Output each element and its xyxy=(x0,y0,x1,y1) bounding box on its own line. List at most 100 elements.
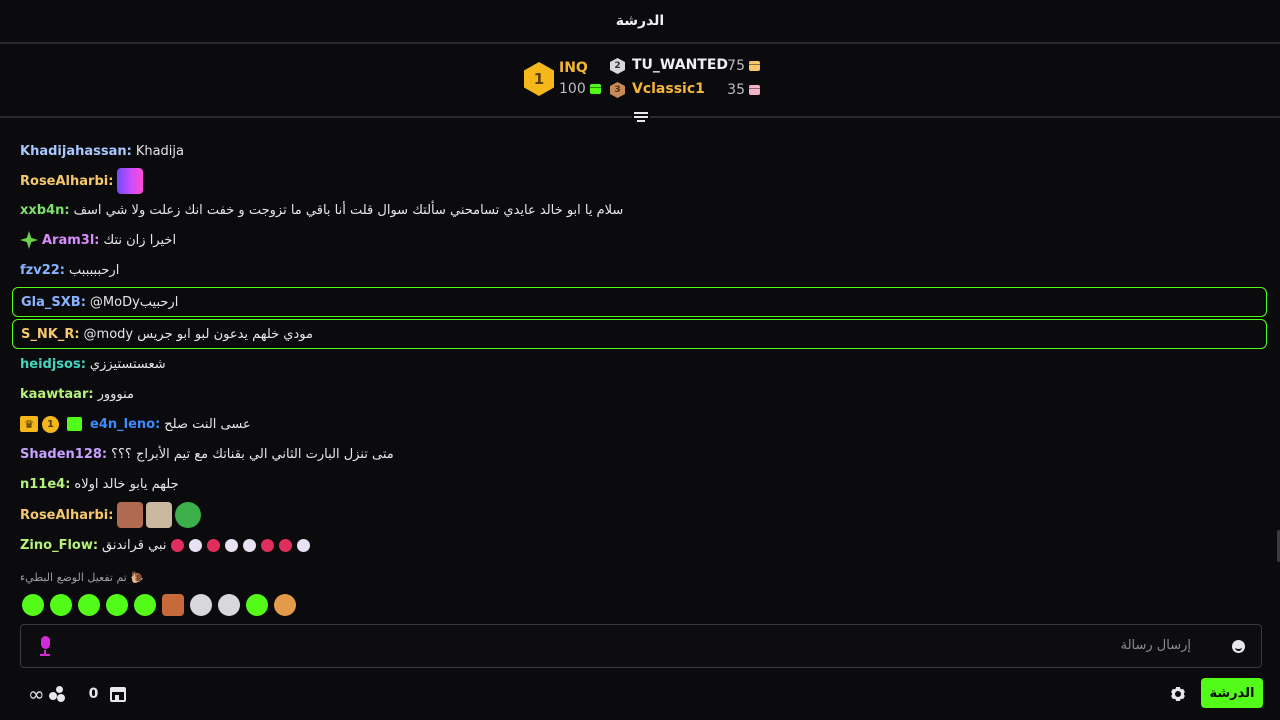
white-dot-emoji xyxy=(225,538,239,552)
footer-left-controls: ∞ 0 xyxy=(28,684,127,704)
pepe-love-emote[interactable] xyxy=(50,594,72,616)
message-username[interactable]: Khadijahassan: xyxy=(20,144,132,159)
message-username[interactable]: fzv22: xyxy=(20,263,65,278)
chat-message-mention[interactable]: Gla_SXB: @MoDyارحبيب xyxy=(12,287,1267,317)
gift-leaderboard: 1 INQ 100 2 TU_WANTED 75 3 Vclassic1 35 xyxy=(0,46,1280,118)
message-username[interactable]: Zino_Flow: xyxy=(20,538,98,553)
coin-badge-icon: 1 xyxy=(42,415,59,433)
chat-title: الدرشة xyxy=(615,13,665,29)
gift-icon xyxy=(749,61,760,71)
pepe-gaming-emote[interactable] xyxy=(274,594,296,616)
leaderboard-second-points: 75 xyxy=(727,58,760,74)
chat-header: الدرشة xyxy=(0,0,1280,44)
chat-message[interactable]: RoseAlharbi: xyxy=(20,167,146,195)
store-icon[interactable] xyxy=(110,686,127,702)
message-text: جلهم يابو خالد اولاه xyxy=(74,476,179,492)
message-text: سلام يا ابو خالد عايدي تسامحني سألتك سوا… xyxy=(73,202,624,218)
red-dot-emoji xyxy=(207,538,221,552)
pepe-headphones-emote[interactable] xyxy=(218,594,240,616)
gorilla-emote[interactable] xyxy=(162,594,184,616)
face2-emote xyxy=(146,502,173,528)
leaderboard-second-name: TU_WANTED xyxy=(632,57,729,73)
infinity-icon[interactable]: ∞ xyxy=(28,684,45,704)
message-username[interactable]: n11e4: xyxy=(20,477,70,492)
message-username[interactable]: e4n_leno: xyxy=(90,417,160,432)
pepe-smile-emote[interactable] xyxy=(22,594,44,616)
message-username[interactable]: xxb4n: xyxy=(20,203,70,218)
bubbles-icon[interactable] xyxy=(48,686,65,702)
message-text: @mody مودي خلهم يدعون لبو ابو جريس xyxy=(83,326,313,342)
slow-mode-notice: تم تفعيل الوضع البطيء 🐌 xyxy=(20,571,144,584)
message-text: منووور xyxy=(97,386,135,402)
sparkle-badge-icon xyxy=(20,231,38,249)
chat-send-button[interactable]: الدرشة xyxy=(1201,678,1263,708)
gift-icon xyxy=(749,85,760,95)
rank-1-medal-icon: 1 xyxy=(524,62,554,96)
chat-message[interactable]: xxb4n: سلام يا ابو خالد عايدي تسامحني سأ… xyxy=(20,199,623,221)
leaderboard-second[interactable]: 2 TU_WANTED 75 xyxy=(610,56,770,76)
leaderboard-third[interactable]: 3 Vclassic1 35 xyxy=(610,80,770,100)
message-text: متى تنزل البارت الثاني الي بقناتك مع تيم… xyxy=(111,446,394,462)
message-username[interactable]: RoseAlharbi: xyxy=(20,174,113,189)
pepe-emote xyxy=(175,502,202,528)
leaderboard-first-points-value: 100 xyxy=(559,81,586,97)
message-username[interactable]: Aram3l: xyxy=(42,233,100,248)
red-dot-emoji xyxy=(171,538,185,552)
rank-2-medal-icon: 2 xyxy=(610,58,625,74)
leaderboard-second-points-value: 75 xyxy=(727,58,745,74)
gift-icon xyxy=(589,84,601,94)
message-text: شعستستيززي xyxy=(89,356,166,372)
collapse-leaderboard-icon[interactable] xyxy=(632,110,650,126)
message-username[interactable]: heidjsos: xyxy=(20,357,86,372)
message-username[interactable]: kaawtaar: xyxy=(20,387,94,402)
rank-3-medal-icon: 3 xyxy=(610,82,625,98)
message-username[interactable]: Shaden128: xyxy=(20,447,107,462)
chat-message[interactable]: ♛ 1 e4n_leno: عسى النت صلح xyxy=(20,413,251,435)
chat-message[interactable]: heidjsos: شعستستيززي xyxy=(20,353,166,375)
gift-badge-icon xyxy=(67,417,82,431)
chat-message[interactable]: Shaden128: متى تنزل البارت الثاني الي بق… xyxy=(20,443,394,465)
equalizer-emote xyxy=(117,168,144,194)
chat-message[interactable]: Zino_Flow: نبي قراندنق xyxy=(20,534,311,556)
red-dot-emoji xyxy=(261,538,275,552)
pepe-clown-emote[interactable] xyxy=(190,594,212,616)
message-input[interactable] xyxy=(81,625,1191,666)
message-text: نبي قراندنق xyxy=(102,537,167,553)
snail-icon: 🐌 xyxy=(130,571,145,584)
leaderboard-third-points-value: 35 xyxy=(727,82,745,98)
message-text: Khadija xyxy=(135,143,185,159)
quick-emote-bar xyxy=(22,594,296,616)
chat-message[interactable]: Aram3l: اخيرا زان نتك xyxy=(20,229,176,251)
white-dot-emoji xyxy=(243,538,257,552)
face1-emote xyxy=(117,502,144,528)
white-dot-emoji xyxy=(189,538,203,552)
message-text: ارحبببببب xyxy=(69,262,120,278)
chat-message[interactable]: n11e4: جلهم يابو خالد اولاه xyxy=(20,473,179,495)
pepe-grin-emote[interactable] xyxy=(246,594,268,616)
channel-points: 0 xyxy=(88,686,99,702)
message-text: اخيرا زان نتك xyxy=(103,232,177,248)
slow-mode-text: تم تفعيل الوضع البطيء xyxy=(20,571,127,584)
white-dot-emoji xyxy=(297,538,311,552)
chat-message-mention[interactable]: S_NK_R: @mody مودي خلهم يدعون لبو ابو جر… xyxy=(12,319,1267,349)
microphone-icon[interactable] xyxy=(39,636,51,656)
message-username[interactable]: S_NK_R: xyxy=(21,327,80,342)
pepe-happy-emote[interactable] xyxy=(78,594,100,616)
leaderboard-third-name: Vclassic1 xyxy=(632,81,705,97)
chat-message[interactable]: Khadijahassan: Khadija xyxy=(20,140,184,162)
message-username[interactable]: Gla_SXB: xyxy=(21,295,86,310)
leaderboard-first[interactable]: 1 INQ 100 xyxy=(524,60,604,100)
gear-icon[interactable] xyxy=(1170,687,1186,701)
chat-message[interactable]: RoseAlharbi: xyxy=(20,501,204,529)
message-input-box[interactable] xyxy=(20,624,1262,668)
message-text: عسى النت صلح xyxy=(164,416,251,432)
leaderboard-third-points: 35 xyxy=(727,82,760,98)
chat-message[interactable]: fzv22: ارحبببببب xyxy=(20,259,119,281)
message-username[interactable]: RoseAlharbi: xyxy=(20,508,113,523)
emoji-picker-icon[interactable] xyxy=(1232,640,1245,653)
chat-message[interactable]: kaawtaar: منووور xyxy=(20,383,134,405)
pepe-sad-emote[interactable] xyxy=(134,594,156,616)
red-dot-emoji xyxy=(279,538,293,552)
leaderboard-first-points: 100 xyxy=(559,81,601,97)
pepe-money-emote[interactable] xyxy=(106,594,128,616)
